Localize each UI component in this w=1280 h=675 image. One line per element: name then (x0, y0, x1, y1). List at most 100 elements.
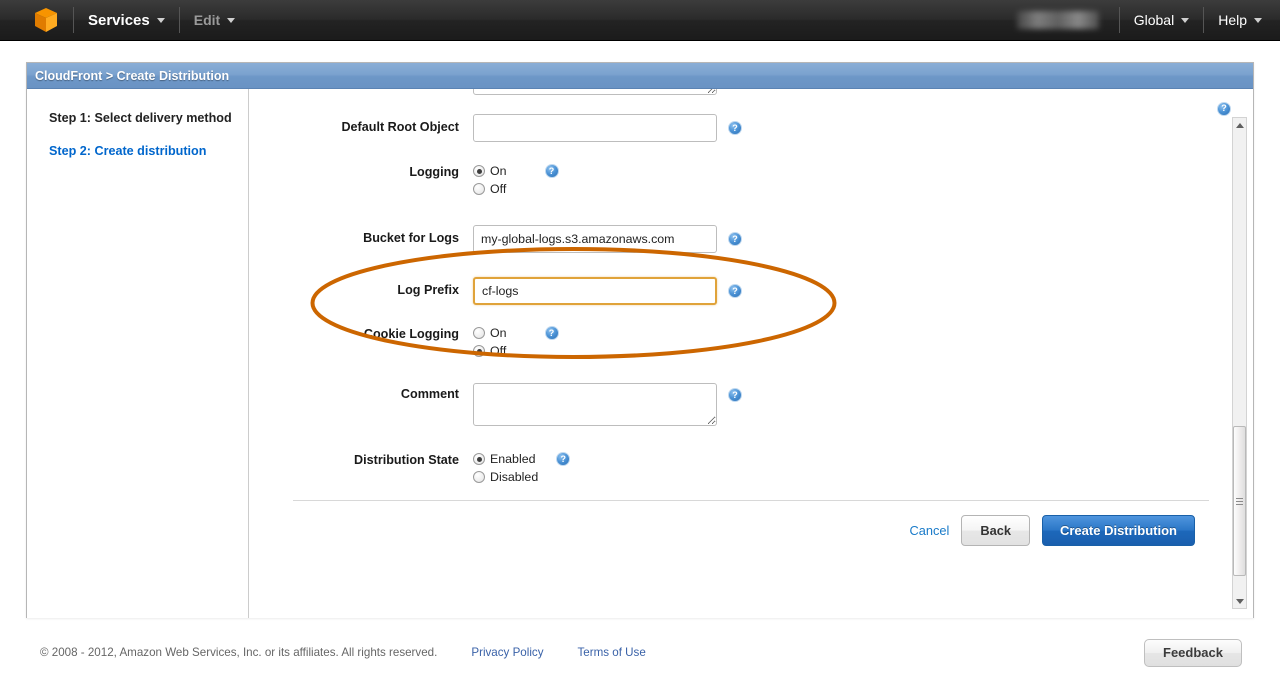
form-action-buttons: Cancel Back Create Distribution (249, 501, 1209, 546)
log-prefix-label: Log Prefix (397, 283, 459, 297)
terms-of-use-link[interactable]: Terms of Use (578, 646, 646, 659)
bucket-for-logs-label: Bucket for Logs (363, 231, 459, 245)
distribution-state-radio-enabled[interactable]: Enabled (473, 452, 538, 466)
field-cookie-logging: Cookie Logging On Off ? (249, 326, 1209, 358)
cookie-logging-label: Cookie Logging (363, 327, 459, 341)
chevron-down-icon (156, 17, 165, 23)
scroll-up-arrow-icon[interactable] (1233, 118, 1246, 132)
back-button[interactable]: Back (961, 515, 1030, 546)
comment-control: ? (473, 383, 742, 426)
distribution-state-enabled-label: Enabled (490, 452, 536, 466)
field-log-prefix: Log Prefix ? (249, 277, 1209, 305)
services-menu-label: Services (88, 11, 150, 29)
chevron-down-icon (227, 17, 236, 23)
aws-cube-icon[interactable] (33, 7, 59, 33)
create-distribution-button[interactable]: Create Distribution (1041, 515, 1195, 546)
question-mark-icon[interactable]: ? (728, 284, 742, 298)
previous-field-partial (249, 89, 1209, 95)
radio-button-icon[interactable] (473, 471, 485, 483)
distribution-state-control: Enabled Disabled ? (473, 452, 571, 484)
cookie-logging-control: On Off ? (473, 326, 559, 358)
copyright-text: © 2008 - 2012, Amazon Web Services, Inc.… (40, 646, 438, 659)
field-comment: Comment ? (249, 383, 1209, 426)
panel-body: Step 1: Select delivery method Step 2: C… (27, 89, 1253, 618)
cookie-logging-radio-off[interactable]: Off (473, 344, 507, 358)
log-prefix-input[interactable] (473, 277, 717, 305)
cookie-logging-off-label: Off (490, 344, 507, 358)
sidebar-item-step-1[interactable]: Step 1: Select delivery method (49, 109, 234, 128)
bucket-for-logs-control: ? (473, 225, 742, 253)
create-distribution-panel: CloudFront > Create Distribution Step 1:… (26, 62, 1254, 618)
logging-radio-off[interactable]: Off (473, 182, 507, 196)
nav-divider-3 (1118, 7, 1120, 33)
cancel-link[interactable]: Cancel (910, 523, 950, 538)
cookie-logging-radio-on[interactable]: On (473, 326, 507, 340)
page-footer: © 2008 - 2012, Amazon Web Services, Inc.… (0, 630, 1280, 675)
logging-label: Logging (409, 165, 459, 179)
question-mark-icon[interactable]: ? (728, 388, 742, 402)
field-bucket-for-logs: Bucket for Logs ? (249, 225, 1209, 253)
step-2-label: Step 2: Create distribution (49, 144, 207, 158)
default-root-object-label: Default Root Object (341, 120, 459, 134)
edit-menu[interactable]: Edit (193, 12, 236, 28)
privacy-policy-link[interactable]: Privacy Policy (471, 646, 543, 659)
scroll-down-arrow-icon[interactable] (1233, 594, 1246, 608)
default-root-object-control: ? (473, 114, 742, 142)
nav-divider-1 (73, 7, 74, 33)
logging-on-label: On (490, 164, 507, 178)
cookie-logging-radio-group: On Off (473, 326, 507, 358)
scrollbar-thumb[interactable] (1233, 426, 1246, 576)
logging-radio-group: On Off (473, 164, 507, 196)
form-content-area: ? Default Root Object ? Logging On Off ?… (249, 89, 1253, 618)
form-scroll-viewport: Default Root Object ? Logging On Off ? B… (249, 89, 1253, 618)
log-prefix-control: ? (473, 277, 742, 305)
question-mark-icon[interactable]: ? (556, 452, 571, 466)
help-menu-label: Help (1218, 12, 1247, 28)
services-menu[interactable]: Services (88, 12, 165, 29)
question-mark-icon[interactable]: ? (728, 232, 742, 246)
distribution-state-radio-group: Enabled Disabled (473, 452, 538, 484)
question-mark-icon[interactable]: ? (728, 121, 742, 135)
field-distribution-state: Distribution State Enabled Disabled ? (249, 452, 1209, 484)
distribution-state-radio-disabled[interactable]: Disabled (473, 470, 538, 484)
bucket-for-logs-input[interactable] (473, 225, 717, 253)
default-root-object-input[interactable] (473, 114, 717, 142)
radio-button-selected-icon[interactable] (473, 165, 485, 177)
chevron-down-icon (1181, 17, 1190, 23)
radio-button-selected-icon[interactable] (473, 453, 485, 465)
field-logging: Logging On Off ? (249, 164, 1209, 196)
breadcrumb-text: CloudFront > Create Distribution (35, 68, 230, 83)
comment-textarea[interactable] (473, 383, 717, 426)
field-default-root-object: Default Root Object ? (249, 114, 1209, 142)
question-mark-icon[interactable]: ? (544, 326, 559, 340)
cookie-logging-on-label: On (490, 326, 507, 340)
feedback-button[interactable]: Feedback (1144, 638, 1242, 667)
region-menu[interactable]: Global (1133, 12, 1190, 28)
breadcrumb: CloudFront > Create Distribution (27, 63, 1253, 89)
distribution-state-label: Distribution State (354, 453, 459, 467)
chevron-down-icon (1254, 17, 1262, 23)
distribution-state-disabled-label: Disabled (490, 470, 539, 484)
step-1-label: Step 1: Select delivery method (49, 111, 232, 125)
logging-radio-on[interactable]: On (473, 164, 507, 178)
edit-menu-label: Edit (193, 12, 221, 28)
wizard-steps-sidebar: Step 1: Select delivery method Step 2: C… (27, 89, 249, 618)
account-name-redacted[interactable] (1016, 11, 1099, 29)
comment-label: Comment (400, 387, 459, 401)
nav-divider-4 (1203, 7, 1205, 33)
question-mark-icon[interactable]: ? (544, 164, 559, 178)
logging-off-label: Off (490, 182, 507, 196)
radio-button-icon[interactable] (473, 183, 485, 195)
radio-button-selected-icon[interactable] (473, 345, 485, 357)
radio-button-icon[interactable] (473, 327, 485, 339)
help-menu[interactable]: Help (1218, 12, 1262, 28)
nav-right-group: Global Help (1016, 7, 1262, 33)
sidebar-item-step-2[interactable]: Step 2: Create distribution (49, 142, 234, 161)
logging-control: On Off ? (473, 164, 559, 196)
region-menu-label: Global (1133, 12, 1175, 28)
nav-divider-2 (178, 7, 180, 33)
previous-field-control (473, 89, 717, 95)
content-scrollbar[interactable] (1232, 117, 1247, 609)
previous-field-textarea[interactable] (473, 89, 717, 95)
top-navigation-bar: Services Edit Global Help (0, 0, 1280, 41)
